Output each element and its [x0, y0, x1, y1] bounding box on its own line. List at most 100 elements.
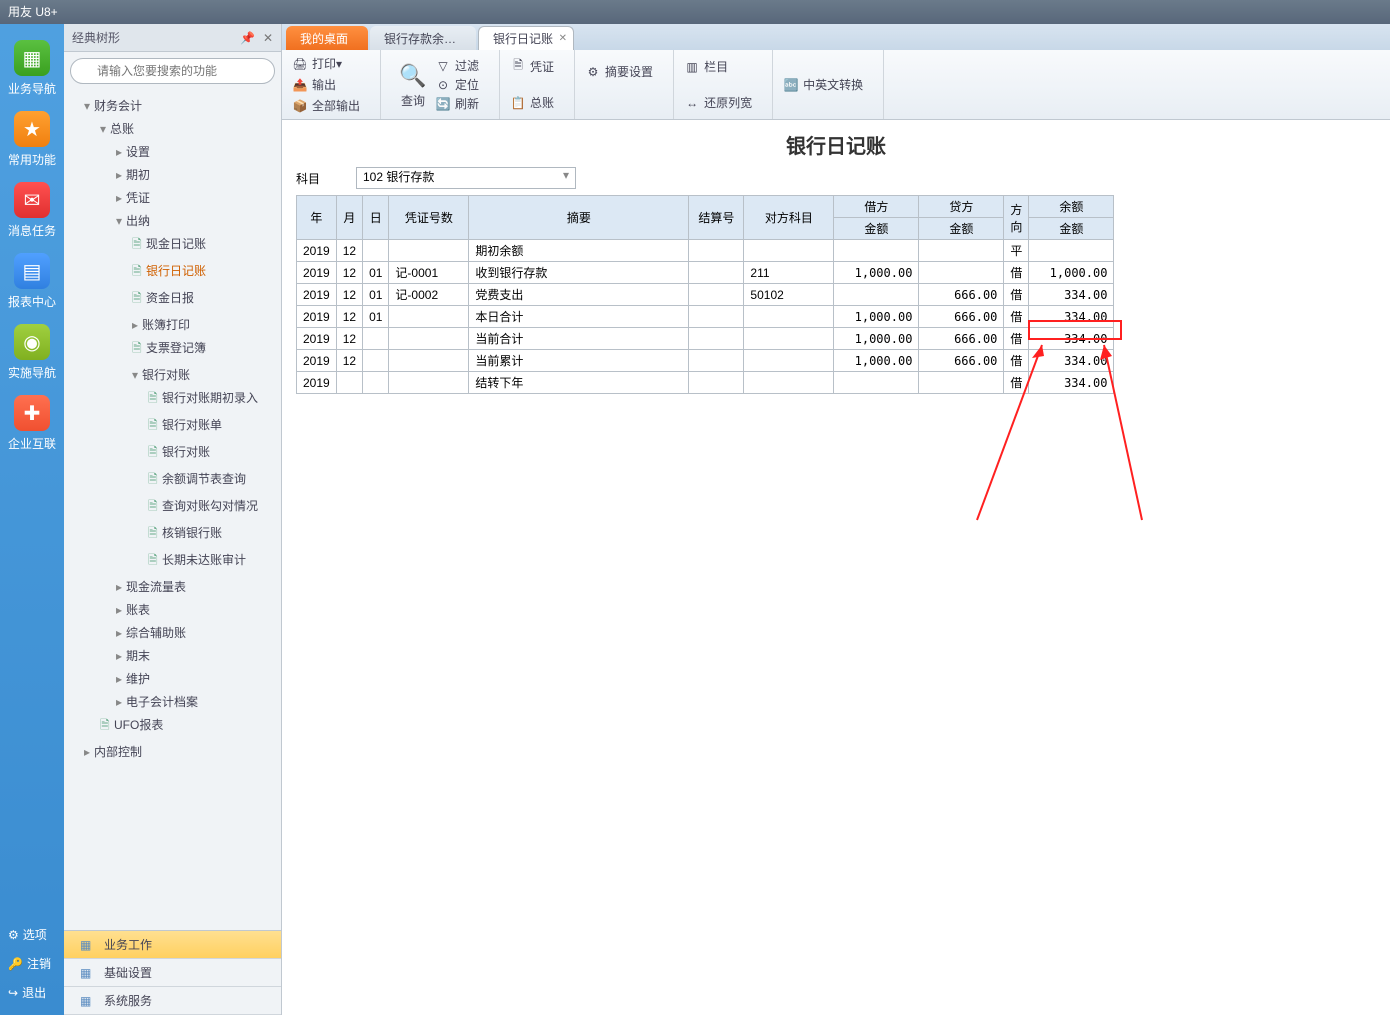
summary-set-button[interactable]: ⚙摘要设置: [585, 63, 653, 80]
leftbar-icon: ✉: [14, 182, 50, 218]
search-input[interactable]: [70, 58, 275, 84]
filter-button[interactable]: ▽过滤: [435, 57, 479, 74]
restore-button[interactable]: ↔还原列宽: [684, 94, 752, 111]
tab[interactable]: 我的桌面: [286, 26, 368, 50]
close-icon[interactable]: ✕: [263, 31, 273, 45]
tree-node[interactable]: ▸电子会计档案: [64, 690, 281, 713]
sidebar-title: 经典树形: [72, 29, 120, 46]
filter-icon: ▽: [435, 58, 451, 74]
col-balance-amt: 金额: [1029, 218, 1114, 240]
gear-icon: ⚙: [585, 64, 601, 80]
tree-node[interactable]: ▸内部控制: [64, 740, 281, 763]
tree-node[interactable]: ▸期初: [64, 163, 281, 186]
table-row[interactable]: 2019结转下年借334.00: [297, 372, 1114, 394]
col-month: 月: [336, 196, 362, 240]
tree-node[interactable]: 🗎查询对账勾对情况: [64, 494, 281, 521]
export-all-button[interactable]: 📦全部输出: [292, 97, 360, 114]
printer-icon: 🖨: [292, 56, 308, 72]
voucher-button[interactable]: 🗎凭证: [510, 58, 554, 75]
tree-node[interactable]: ▸设置: [64, 140, 281, 163]
tree-node[interactable]: ▸综合辅助账: [64, 621, 281, 644]
tab[interactable]: 银行日记账✕: [478, 26, 574, 50]
tab-icon: ▦: [80, 966, 91, 980]
bottom-icon: 🔑: [8, 957, 23, 971]
tree-node[interactable]: 🗎资金日报: [64, 286, 281, 313]
sidebar-tab[interactable]: ▦基础设置: [64, 959, 281, 987]
tree-node[interactable]: ▾财务会计: [64, 94, 281, 117]
column-icon: ▥: [684, 59, 700, 75]
col-credit: 贷方: [919, 196, 1004, 218]
table-row[interactable]: 20191201记-0002党费支出50102666.00借334.00: [297, 284, 1114, 306]
leftbar-item[interactable]: ★常用功能: [0, 107, 64, 178]
bottom-icon: ↪: [8, 986, 18, 1000]
tree-node[interactable]: ▸现金流量表: [64, 575, 281, 598]
table-row[interactable]: 201912当前累计1,000.00666.00借334.00: [297, 350, 1114, 372]
leftbar-item[interactable]: ◉实施导航: [0, 320, 64, 391]
tab-icon: ▦: [80, 938, 91, 952]
leftbar-bottom-item[interactable]: ↪退出: [8, 978, 64, 1007]
tree-node[interactable]: ▸期末: [64, 644, 281, 667]
subject-select[interactable]: 102 银行存款: [356, 167, 576, 189]
page-title: 银行日记账: [296, 130, 1376, 159]
table-row[interactable]: 201912当前合计1,000.00666.00借334.00: [297, 328, 1114, 350]
tree-node[interactable]: ▸账簿打印: [64, 313, 281, 336]
summary-button[interactable]: 📋总账: [510, 94, 554, 111]
col-voucher: 凭证号数: [389, 196, 469, 240]
locate-icon: ⊙: [435, 77, 451, 93]
close-icon[interactable]: ✕: [559, 33, 567, 44]
leftbar-item[interactable]: ✉消息任务: [0, 178, 64, 249]
col-day: 日: [363, 196, 389, 240]
refresh-icon: 🔄: [435, 96, 451, 112]
leftbar-bottom-item[interactable]: ⚙选项: [8, 920, 64, 949]
table-row[interactable]: 20191201本日合计1,000.00666.00借334.00: [297, 306, 1114, 328]
tab-bar: 我的桌面银行存款余…银行日记账✕: [282, 24, 1390, 50]
tree-node[interactable]: 🗎余额调节表查询: [64, 467, 281, 494]
tree-node[interactable]: 🗎核销银行账: [64, 521, 281, 548]
tree-node[interactable]: ▾总账: [64, 117, 281, 140]
leftbar-icon: ✚: [14, 395, 50, 431]
leftbar-bottom-item[interactable]: 🔑注销: [8, 949, 64, 978]
tree-node[interactable]: 🗎UFO报表: [64, 713, 281, 740]
tree-node[interactable]: ▸账表: [64, 598, 281, 621]
refresh-button[interactable]: 🔄刷新: [435, 95, 479, 112]
tree-node[interactable]: 🗎银行对账单: [64, 413, 281, 440]
tree-node[interactable]: ▾银行对账: [64, 363, 281, 386]
tree-node[interactable]: ▸凭证: [64, 186, 281, 209]
voucher-icon: 🗎: [510, 59, 526, 75]
translate-button[interactable]: 🔤中英文转换: [783, 76, 863, 93]
tree-node[interactable]: 🗎银行对账: [64, 440, 281, 467]
tree-node[interactable]: ▸维护: [64, 667, 281, 690]
sidebar-tab[interactable]: ▦系统服务: [64, 987, 281, 1015]
sidebar: 经典树形 📌 ✕ 🔍 ▾财务会计▾总账▸设置▸期初▸凭证▾出纳🗎现金日记账🗎银行…: [64, 24, 282, 1015]
tree-node[interactable]: 🗎现金日记账: [64, 232, 281, 259]
print-button[interactable]: 🖨打印 ▾: [292, 55, 342, 72]
toolbar: 🖨打印 ▾ 📤输出 📦全部输出 🔍查询 ▽过滤 ⊙定位 🔄刷新 🗎凭证 📋总: [282, 50, 1390, 120]
query-button[interactable]: 🔍查询: [391, 60, 435, 109]
leftbar-item[interactable]: ▤报表中心: [0, 249, 64, 320]
tree-node[interactable]: 🗎支票登记簿: [64, 336, 281, 363]
pin-icon[interactable]: 📌: [240, 31, 255, 45]
locate-button[interactable]: ⊙定位: [435, 76, 479, 93]
leftbar-icon: ★: [14, 111, 50, 147]
col-debit-amt: 金额: [834, 218, 919, 240]
tab[interactable]: 银行存款余…: [370, 26, 476, 50]
tree-node[interactable]: 🗎长期未达账审计: [64, 548, 281, 575]
bottom-icon: ⚙: [8, 928, 19, 942]
leftbar-item[interactable]: ▦业务导航: [0, 36, 64, 107]
tree-node[interactable]: 🗎银行对账期初录入: [64, 386, 281, 413]
column-button[interactable]: ▥栏目: [684, 58, 728, 75]
leftbar-item[interactable]: ✚企业互联: [0, 391, 64, 462]
export-button[interactable]: 📤输出: [292, 76, 336, 93]
col-counter: 对方科目: [744, 196, 834, 240]
nav-tree: ▾财务会计▾总账▸设置▸期初▸凭证▾出纳🗎现金日记账🗎银行日记账🗎资金日报▸账簿…: [64, 90, 281, 930]
tree-node[interactable]: ▾出纳: [64, 209, 281, 232]
table-row[interactable]: 201912期初余额平: [297, 240, 1114, 262]
sidebar-tab[interactable]: ▦业务工作: [64, 931, 281, 959]
tree-node[interactable]: 🗎银行日记账: [64, 259, 281, 286]
main-area: 我的桌面银行存款余…银行日记账✕ 🖨打印 ▾ 📤输出 📦全部输出 🔍查询 ▽过滤…: [282, 24, 1390, 1015]
tab-icon: ▦: [80, 994, 91, 1008]
col-debit: 借方: [834, 196, 919, 218]
app-title: 用友 U8+: [8, 5, 58, 19]
table-row[interactable]: 20191201记-0001收到银行存款2111,000.00借1,000.00: [297, 262, 1114, 284]
leftbar-icon: ◉: [14, 324, 50, 360]
